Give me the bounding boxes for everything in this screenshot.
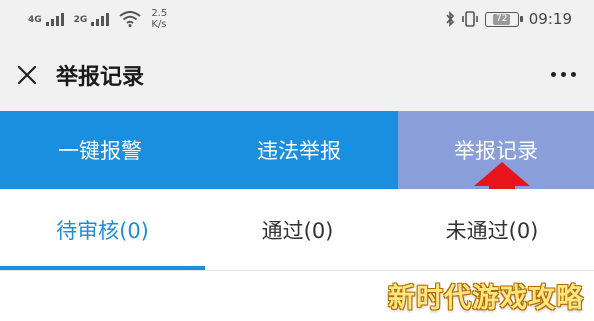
network-speed-unit: K/s (151, 19, 167, 30)
more-button[interactable] (551, 66, 576, 83)
signal-icon: 4G (28, 12, 64, 26)
status-right: 72 09:19 (445, 7, 572, 31)
more-icon-dot (561, 72, 566, 77)
wifi-icon (119, 11, 141, 27)
page-title: 举报记录 (56, 65, 145, 90)
network-speed-value: 2.5 (151, 8, 168, 19)
nav-tab-emergency-alarm[interactable]: 一键报警 (0, 111, 200, 189)
bluetooth-icon (446, 11, 454, 27)
watermark: 新时代游戏攻略 (388, 283, 584, 314)
close-button[interactable] (14, 62, 40, 88)
battery-icon: 72 (484, 11, 523, 27)
tab-rejected[interactable]: 未通过(0) (390, 189, 594, 271)
network-speed: 2.5 K/s (151, 8, 167, 30)
tab-label: 待审核(0) (56, 219, 149, 243)
tab-label: 通过(0) (261, 219, 334, 243)
signal-icon: 2G (73, 12, 110, 26)
signal-type-label: 2G (73, 14, 88, 25)
clock: 09:19 (528, 10, 572, 28)
tab-approved[interactable]: 通过(0) (205, 189, 390, 271)
vibrate-icon (461, 11, 478, 27)
nav-tab-label: 一键报警 (58, 139, 142, 163)
more-icon (551, 72, 556, 77)
more-icon-dot (571, 72, 576, 77)
tab-pending-review[interactable]: 待审核(0) (0, 189, 205, 271)
close-icon (17, 65, 37, 85)
nav-tab-label: 违法举报 (257, 139, 341, 163)
divider (0, 270, 594, 271)
battery-level: 72 (493, 13, 511, 25)
header: 举报记录 (0, 38, 594, 111)
status-filter-tabs: 待审核(0) 通过(0) 未通过(0) (0, 189, 594, 271)
tab-label: 未通过(0) (445, 219, 539, 243)
signal-type-label: 4G (28, 14, 42, 25)
status-left: 4G 2G 2.5 K/s (28, 7, 167, 31)
nav-tab-violation-report[interactable]: 违法举报 (200, 111, 398, 189)
status-bar: 4G 2G 2.5 K/s 72 09:19 (0, 0, 594, 38)
